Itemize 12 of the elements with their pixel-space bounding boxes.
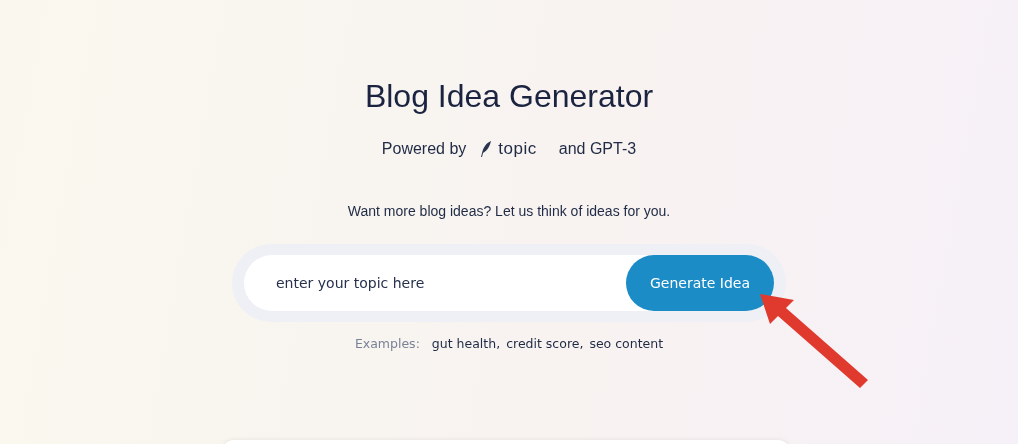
powered-by-text: and GPT-3	[558, 140, 637, 158]
examples-label: Examples:	[354, 336, 420, 351]
brand-name: topic	[498, 139, 537, 159]
topic-input-field[interactable]: enter your topic here	[244, 275, 626, 291]
page-title: Blog Idea Generator	[364, 78, 654, 115]
powered-by-text: Powered by	[381, 140, 467, 158]
example-link[interactable]: credit score,	[506, 336, 584, 351]
feather-icon	[480, 140, 493, 158]
example-link[interactable]: gut health,	[431, 336, 501, 351]
generate-button[interactable]: Generate Idea	[626, 255, 774, 311]
subtitle: Want more blog ideas? Let us think of ideas for you.	[347, 203, 671, 219]
example-link[interactable]: seo content	[589, 336, 664, 351]
